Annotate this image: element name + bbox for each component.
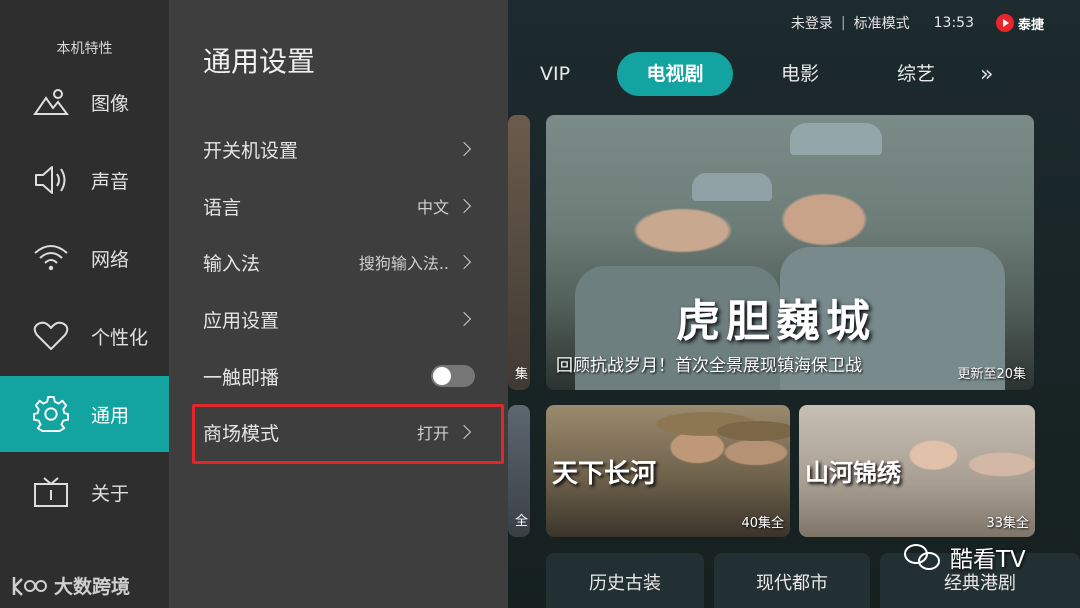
category-tabs: VIP 电视剧 电影 综艺 » <box>508 52 1080 98</box>
rail-item-general[interactable]: 通用 <box>0 376 169 452</box>
poster-card[interactable]: 山河锦绣 33集全 <box>799 405 1035 537</box>
episode-badge: 更新至20集 <box>957 367 1026 382</box>
speaker-icon <box>33 162 69 198</box>
episode-badge: 33集全 <box>986 516 1029 531</box>
rail-item-label: 声音 <box>91 170 130 193</box>
tab-movies[interactable]: 电影 <box>764 52 836 96</box>
poster-card-partial[interactable]: 集 <box>508 115 530 390</box>
setting-language[interactable]: 语言 中文 <box>203 180 509 232</box>
rail-item-label: 通用 <box>91 404 130 427</box>
play-logo-icon <box>995 14 1014 32</box>
tab-variety[interactable]: 综艺 <box>880 52 952 96</box>
category-button[interactable]: 现代都市 <box>714 553 870 608</box>
tab-tv-series[interactable]: 电视剧 <box>617 52 733 96</box>
setting-label: 语言 <box>203 196 242 219</box>
hero-poster[interactable]: 虎胆巍城 回顾抗战岁月！首次全景展现镇海保卫战 更新至20集 <box>546 115 1034 390</box>
chevron-right-icon <box>456 311 472 327</box>
rail-item-label: 关于 <box>91 482 130 505</box>
hero-title: 虎胆巍城 <box>676 296 876 347</box>
settings-category-rail: 本机特性 图像 声音 网络 个性化 通用 关于 大数跨境 <box>0 0 169 608</box>
mode-status[interactable]: 标准模式 <box>854 13 910 33</box>
episode-badge: 全 <box>514 514 528 529</box>
corner-logo-text: 大数跨境 <box>54 576 131 598</box>
brand-name: 泰捷 <box>1017 17 1044 33</box>
category-button[interactable]: 历史古装 <box>546 553 704 608</box>
gear-icon <box>33 395 69 432</box>
rail-item-about[interactable]: 关于 <box>0 454 169 530</box>
general-settings-panel: 通用设置 开关机设置 语言 中文 输入法 搜狗输入法.. 应用设置 一触即播 商… <box>169 0 508 608</box>
setting-value: 中文 <box>416 198 449 217</box>
wifi-icon <box>33 240 69 276</box>
chevron-right-icon <box>456 198 472 214</box>
poster-cap <box>692 172 773 201</box>
tv-icon <box>33 474 69 510</box>
rail-item-label: 图像 <box>91 92 130 115</box>
hero-subtitle: 回顾抗战岁月！首次全景展现镇海保卫战 <box>556 356 862 376</box>
rail-title: 本机特性 <box>56 41 113 57</box>
poster-card[interactable]: 天下长河 40集全 <box>546 405 790 537</box>
watermark: 酷看TV <box>904 540 1026 574</box>
setting-one-touch-play[interactable]: 一触即播 <box>203 350 509 402</box>
setting-power[interactable]: 开关机设置 <box>203 123 509 175</box>
poster-card-partial[interactable]: 全 <box>508 405 530 537</box>
wechat-icon <box>904 544 944 570</box>
setting-label: 开关机设置 <box>203 139 299 162</box>
panel-title: 通用设置 <box>203 45 316 78</box>
corner-logo: 大数跨境 <box>10 572 130 599</box>
store-mode-highlight-box <box>192 404 504 464</box>
login-status[interactable]: 未登录 <box>791 13 833 33</box>
setting-label: 应用设置 <box>203 309 280 332</box>
rail-item-label: 网络 <box>91 248 130 271</box>
rail-item-image[interactable]: 图像 <box>0 64 169 140</box>
poster-cap <box>790 123 882 156</box>
rail-item-label: 个性化 <box>91 326 149 349</box>
setting-apps[interactable]: 应用设置 <box>203 293 509 345</box>
setting-value: 搜狗输入法.. <box>358 254 449 273</box>
setting-input-method[interactable]: 输入法 搜狗输入法.. <box>203 236 509 288</box>
rail-item-sound[interactable]: 声音 <box>0 142 169 218</box>
status-separator: | <box>840 15 846 31</box>
brand-logo: 泰捷 <box>995 14 1044 33</box>
clock: 13:53 <box>933 15 974 31</box>
one-touch-play-toggle[interactable] <box>431 365 475 387</box>
poster-hat <box>716 420 790 441</box>
tab-vip[interactable]: VIP <box>520 52 590 96</box>
poster-title: 山河锦绣 <box>805 458 901 487</box>
chevron-right-icon <box>456 141 472 157</box>
setting-label: 输入法 <box>203 252 261 275</box>
image-icon <box>33 84 69 120</box>
watermark-text: 酷看TV <box>950 547 1026 573</box>
chevron-right-icon <box>456 254 472 270</box>
toggle-knob <box>433 367 451 385</box>
episode-badge: 40集全 <box>741 516 784 531</box>
poster-title: 天下长河 <box>552 459 657 489</box>
heart-icon <box>33 318 69 354</box>
status-bar: 未登录 | 标准模式 13:53 泰捷 <box>508 0 1080 46</box>
tabs-more-icon[interactable]: » <box>980 62 993 87</box>
rail-item-personalize[interactable]: 个性化 <box>0 298 169 374</box>
rail-item-network[interactable]: 网络 <box>0 220 169 296</box>
corner-logo-icon <box>12 576 47 596</box>
setting-label: 一触即播 <box>203 366 280 389</box>
tv-home-screen: 未登录 | 标准模式 13:53 泰捷 VIP 电视剧 电影 综艺 » 集 虎胆… <box>508 0 1080 608</box>
episode-badge: 集 <box>514 367 528 382</box>
